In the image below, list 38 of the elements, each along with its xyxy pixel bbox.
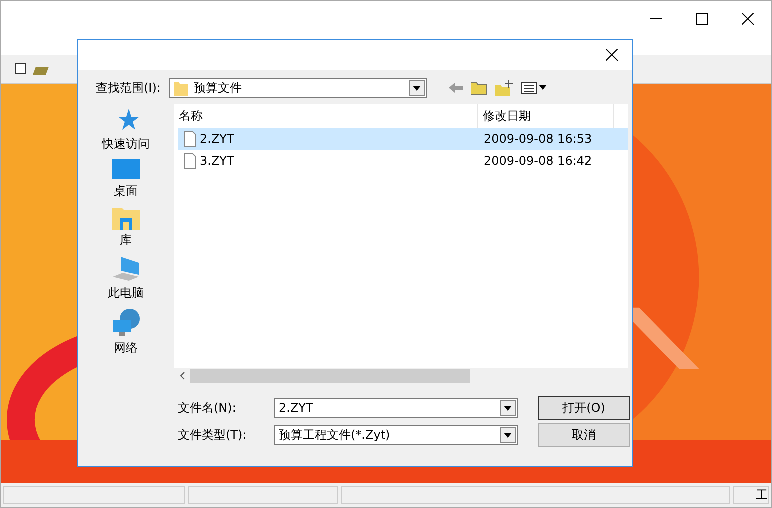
places-item[interactable]: 快速访问 xyxy=(102,108,150,153)
file-type-combobox[interactable]: 预算工程文件(*.Zyt) xyxy=(274,425,518,445)
file-name-combobox[interactable]: 2.ZYT xyxy=(274,398,518,418)
view-menu-icon[interactable] xyxy=(520,82,547,94)
file-row[interactable]: 2.ZYT 2009-09-08 16:53 xyxy=(178,128,628,150)
library-folder-icon xyxy=(112,206,140,230)
folder-icon xyxy=(174,80,188,96)
new-folder-icon[interactable] xyxy=(494,80,513,96)
scroll-left-icon[interactable] xyxy=(180,372,184,380)
dropdown-arrow-icon[interactable] xyxy=(504,406,512,410)
open-button[interactable]: 打开(O) xyxy=(538,396,630,420)
status-text: 工 xyxy=(756,487,768,503)
look-in-combobox[interactable]: 预算文件 xyxy=(168,78,427,98)
places-item[interactable]: 库 xyxy=(112,206,140,249)
dropdown-arrow-icon[interactable] xyxy=(412,86,421,90)
file-name-label: 文件名(N): xyxy=(178,400,238,416)
cancel-button[interactable]: 取消 xyxy=(538,423,630,447)
look-in-label: 查找范围(I): xyxy=(96,80,161,96)
computer-icon xyxy=(111,255,141,283)
dropdown-arrow-icon[interactable] xyxy=(504,432,512,438)
modified-date-cell-text: 2009-09-08 16:53 xyxy=(483,131,594,148)
network-icon xyxy=(111,308,141,338)
file-type-label: 文件类型(T): xyxy=(178,426,248,444)
close-icon[interactable] xyxy=(742,13,754,25)
file-icon xyxy=(184,131,196,147)
file-name-cell: 2.ZYT xyxy=(178,128,478,150)
file-name-cell: 3.ZYT xyxy=(178,150,478,172)
places-item[interactable]: 桌面 xyxy=(112,159,140,200)
file-icon xyxy=(184,153,196,169)
close-icon[interactable] xyxy=(606,49,618,61)
places-item[interactable]: 网络 xyxy=(111,308,141,357)
desktop-icon xyxy=(112,159,140,181)
file-row[interactable]: 3.ZYT 2009-09-08 16:42 xyxy=(178,150,628,172)
places-item[interactable]: 此电脑 xyxy=(108,255,144,302)
maximize-icon[interactable] xyxy=(696,13,708,25)
minimize-icon[interactable] xyxy=(650,18,662,20)
new-document-icon[interactable] xyxy=(15,63,27,75)
modified-date-cell-text: 2009-09-08 16:42 xyxy=(483,153,594,170)
